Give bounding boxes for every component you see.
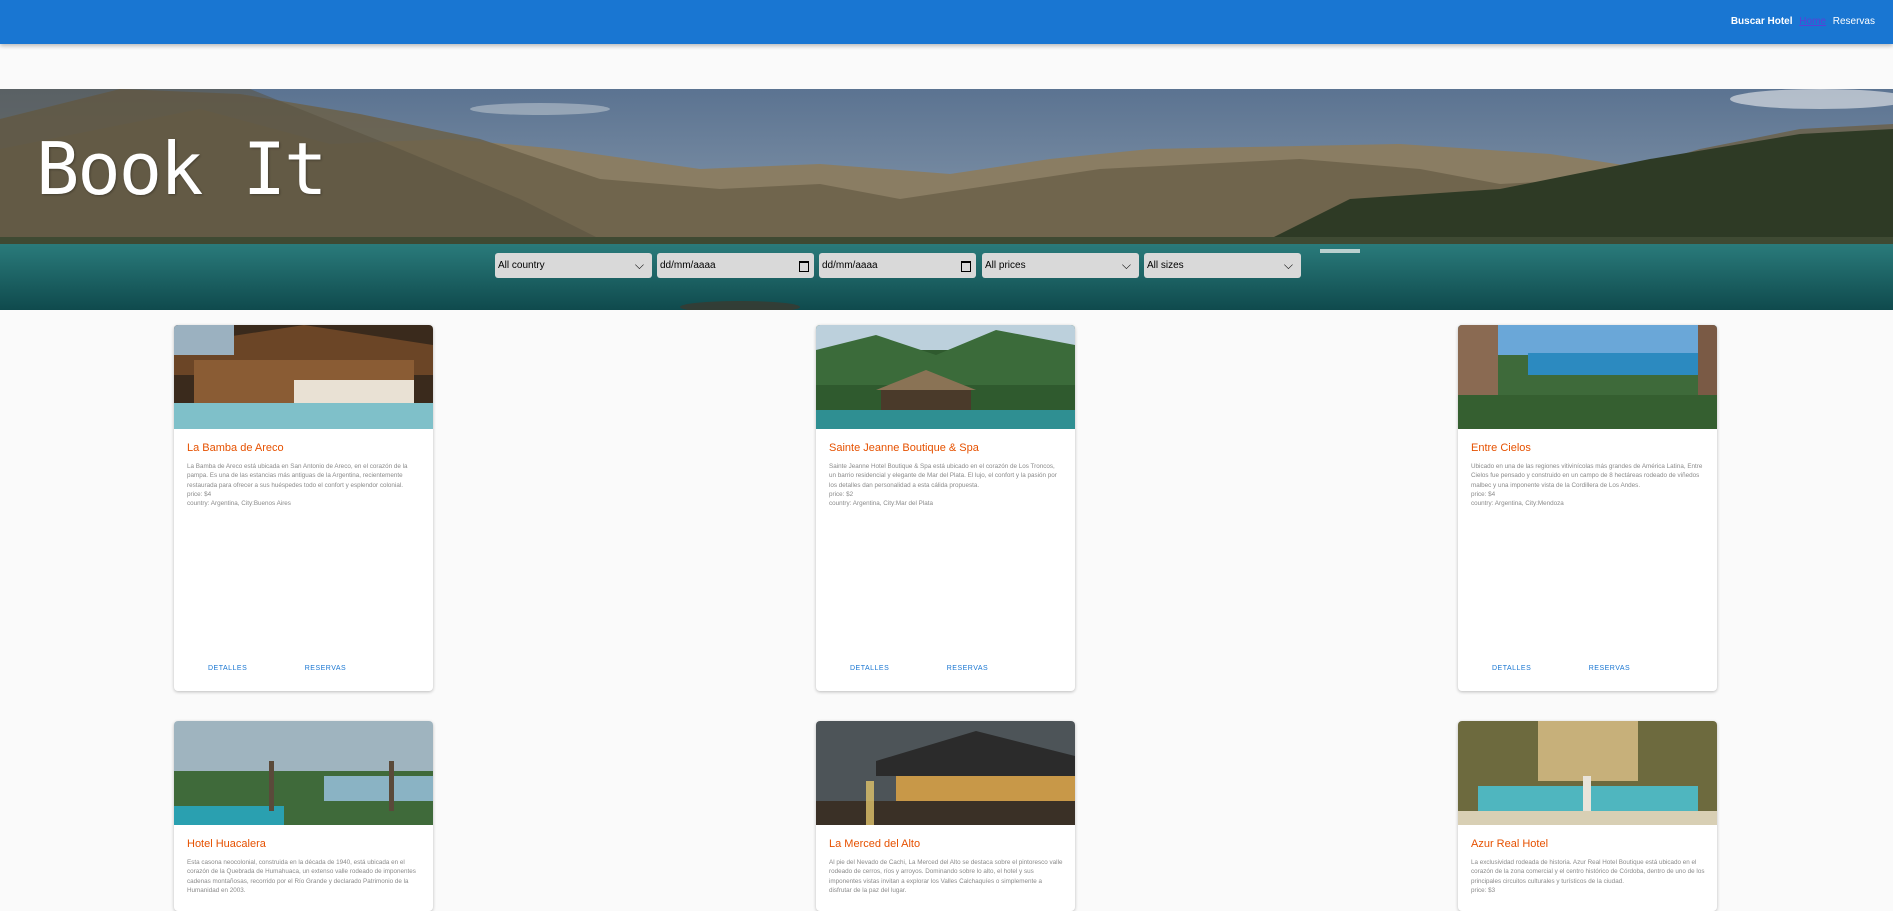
date-from-placeholder: dd/mm/aaaa: [660, 260, 716, 271]
chevron-down-icon: ⌵: [1283, 258, 1293, 272]
hotel-location: country: Argentina, City:Buenos Aires: [187, 500, 291, 508]
hotel-description: La exclusividad rodeada de historia. Azu…: [1471, 858, 1705, 895]
hotel-photo: [174, 325, 433, 429]
hotel-description: Esta casona neocolonial, construida en l…: [187, 858, 421, 895]
hotel-price: price: $2: [829, 490, 854, 498]
hotel-description: Sainte Jeanne Hotel Boutique & Spa está …: [829, 462, 1063, 508]
hotel-card: La Merced del Alto Al pie del Nevado de …: [816, 721, 1075, 911]
hotel-card: Sainte Jeanne Boutique & Spa Sainte Jean…: [816, 325, 1075, 691]
hotel-name[interactable]: Sainte Jeanne Boutique & Spa: [829, 442, 979, 454]
price-select-value: All prices: [985, 260, 1026, 271]
hotel-location: country: Argentina, City:Mendoza: [1471, 500, 1564, 508]
date-to-input[interactable]: dd/mm/aaaa: [819, 253, 976, 278]
hero-banner: Book It All country ⌵ dd/mm/aaaa dd/mm/a…: [0, 89, 1893, 310]
top-app-bar: Buscar Hotel Home Reservas: [0, 0, 1893, 44]
hotel-name[interactable]: Azur Real Hotel: [1471, 838, 1548, 850]
hotel-card: Entre Cielos Ubicado en una de las regio…: [1458, 325, 1717, 691]
top-nav: Buscar Hotel Home Reservas: [1731, 16, 1875, 28]
size-select[interactable]: All sizes ⌵: [1144, 253, 1301, 278]
hotel-description-text: Esta casona neocolonial, construida en l…: [187, 859, 416, 894]
country-select-value: All country: [498, 260, 545, 271]
nav-home-link[interactable]: Home: [1799, 16, 1826, 27]
hotel-description-text: Sainte Jeanne Hotel Boutique & Spa está …: [829, 463, 1057, 489]
hotel-description: Ubicado en una de las regiones vitiviníc…: [1471, 462, 1705, 508]
reserve-button[interactable]: RESERVAS: [305, 665, 346, 672]
brand-title: Book It: [36, 127, 327, 211]
hotel-card: Hotel Huacalera Esta casona neocolonial,…: [174, 721, 433, 911]
hotel-name[interactable]: La Bamba de Areco: [187, 442, 284, 454]
chevron-down-icon: ⌵: [1121, 258, 1131, 272]
card-actions: DETALLES RESERVAS: [208, 665, 401, 672]
card-actions: DETALLES RESERVAS: [1492, 665, 1685, 672]
date-to-placeholder: dd/mm/aaaa: [822, 260, 878, 271]
chevron-down-icon: ⌵: [634, 258, 644, 272]
hotel-photo: [1458, 721, 1717, 825]
hotel-price: price: $4: [187, 490, 212, 498]
hotel-card: Azur Real Hotel La exclusividad rodeada …: [1458, 721, 1717, 911]
hotel-price: price: $4: [1471, 490, 1496, 498]
hotel-location: country: Argentina, City:Mar del Plata: [829, 500, 933, 508]
reserve-button[interactable]: RESERVAS: [947, 665, 988, 672]
nav-reservas-link[interactable]: Reservas: [1833, 16, 1875, 27]
hotel-description-text: Al pie del Nevado de Cachi, La Merced de…: [829, 859, 1063, 894]
hotel-description-text: La exclusividad rodeada de historia. Azu…: [1471, 859, 1705, 885]
reserve-button[interactable]: RESERVAS: [1589, 665, 1630, 672]
calendar-icon[interactable]: [961, 261, 971, 272]
size-select-value: All sizes: [1147, 260, 1184, 271]
hotel-photo: [174, 721, 433, 825]
price-select[interactable]: All prices ⌵: [982, 253, 1139, 278]
details-button[interactable]: DETALLES: [1492, 665, 1531, 672]
hotel-description-text: La Bamba de Areco está ubicada en San An…: [187, 463, 408, 489]
hotel-photo: [1458, 325, 1717, 429]
hotel-name[interactable]: La Merced del Alto: [829, 838, 920, 850]
hotel-description: La Bamba de Areco está ubicada en San An…: [187, 462, 421, 508]
date-from-input[interactable]: dd/mm/aaaa: [657, 253, 814, 278]
nav-brand[interactable]: Buscar Hotel: [1731, 16, 1793, 27]
hotel-description: Al pie del Nevado de Cachi, La Merced de…: [829, 858, 1063, 895]
calendar-icon[interactable]: [799, 261, 809, 272]
details-button[interactable]: DETALLES: [208, 665, 247, 672]
hotel-photo: [816, 721, 1075, 825]
country-select[interactable]: All country ⌵: [495, 253, 652, 278]
hotel-name[interactable]: Entre Cielos: [1471, 442, 1531, 454]
card-actions: DETALLES RESERVAS: [850, 665, 1043, 672]
hotel-name[interactable]: Hotel Huacalera: [187, 838, 266, 850]
hotel-card: La Bamba de Areco La Bamba de Areco está…: [174, 325, 433, 691]
hotel-photo: [816, 325, 1075, 429]
hotel-description-text: Ubicado en una de las regiones vitiviníc…: [1471, 463, 1703, 489]
details-button[interactable]: DETALLES: [850, 665, 889, 672]
